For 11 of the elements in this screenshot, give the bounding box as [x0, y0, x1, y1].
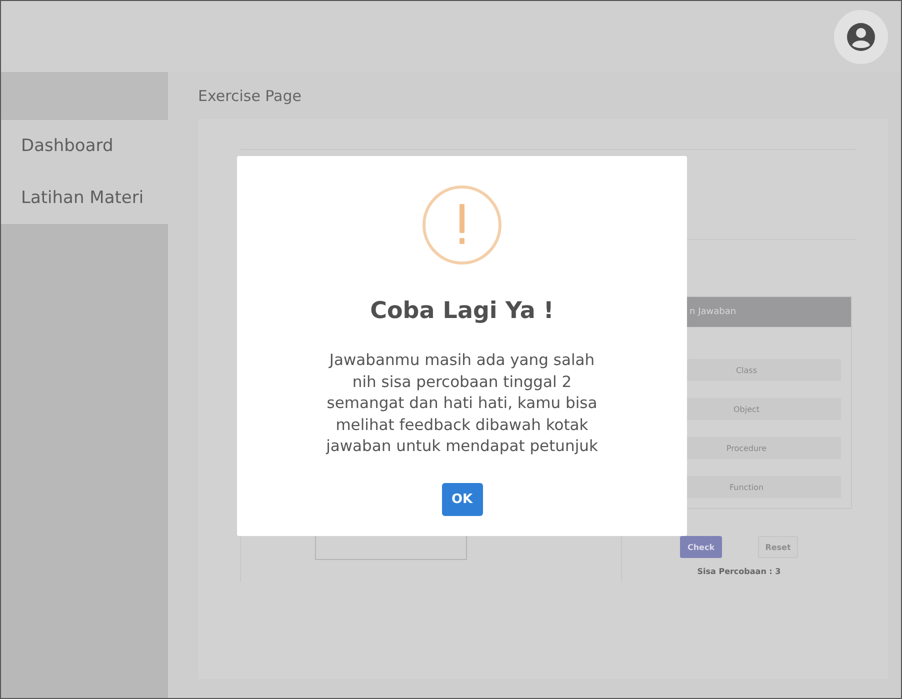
attempts-remaining: Sisa Percobaan : 3: [697, 567, 781, 576]
reset-button[interactable]: Reset: [758, 536, 798, 558]
check-button[interactable]: Check: [680, 536, 722, 558]
dialog-title: Coba Lagi Ya !: [370, 298, 554, 324]
page-title: Exercise Page: [198, 86, 302, 106]
warning-icon: [422, 185, 502, 265]
ok-button[interactable]: OK: [442, 482, 482, 516]
sidebar-item[interactable]: Latihan Materi: [1, 172, 168, 224]
user-avatar-icon[interactable]: [846, 22, 876, 52]
sidebar-item[interactable]: Dashboard: [1, 120, 168, 172]
dialog-message: Jawabanmu masih ada yang salah nih sisa percobaan tinggal 2 semangat dan hati hati, kamu bisa melihat feedback dibawah kotak jawaban untuk mendapat petunjuk: [326, 350, 598, 457]
